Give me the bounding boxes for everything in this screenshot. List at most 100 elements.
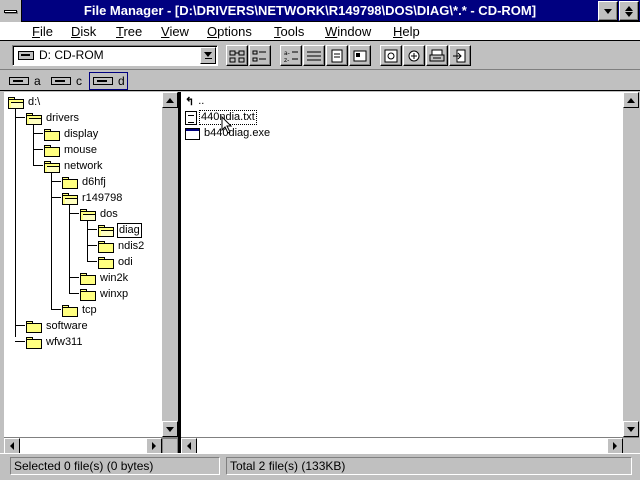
menu-disk[interactable]: Disk <box>69 23 98 40</box>
printer-icon <box>429 49 445 61</box>
tree-item-mouse[interactable]: mouse <box>44 143 98 158</box>
sort-by-type-icon <box>353 50 367 61</box>
open-folder-icon <box>98 224 114 237</box>
open-folder-icon <box>62 192 78 205</box>
tree-item-label: diag <box>117 223 142 238</box>
tree-horizontal-scrollbar[interactable] <box>4 437 178 454</box>
tree-item-diag[interactable]: diag <box>98 223 142 238</box>
menu-tools[interactable]: Tools <box>272 23 306 40</box>
scroll-up-button[interactable] <box>162 92 178 108</box>
open-folder-icon <box>8 96 24 109</box>
folder-icon <box>26 336 42 349</box>
parent-directory-item[interactable]: ↰ .. <box>185 94 205 109</box>
scroll-left-button[interactable] <box>181 438 197 454</box>
tree-item-win2k[interactable]: win2k <box>80 271 129 286</box>
tree-item-d6hfj[interactable]: d6hfj <box>62 175 107 190</box>
menu-help[interactable]: Help <box>391 23 422 40</box>
scroll-up-button[interactable] <box>623 92 639 108</box>
tree-item-display[interactable]: display <box>44 127 99 142</box>
tree-item-dos[interactable]: dos <box>80 207 119 222</box>
tree-item-network[interactable]: network <box>44 159 104 174</box>
tree-item-wfw311[interactable]: wfw311 <box>26 335 83 350</box>
folder-icon <box>80 272 96 285</box>
folder-icon <box>62 176 78 189</box>
drive-c[interactable]: c <box>50 72 82 90</box>
drive-select-value: D: CD-ROM <box>39 48 104 62</box>
exit-button[interactable] <box>449 45 471 66</box>
tree-item-winxp[interactable]: winxp <box>80 287 129 302</box>
stop-sharing-button[interactable] <box>403 45 425 66</box>
folder-icon <box>44 128 60 141</box>
directory-tree[interactable]: d:\ drivers display mouse network d6hfj … <box>4 92 162 437</box>
file-vertical-scrollbar[interactable] <box>623 92 639 437</box>
name-view-icon: a-z- <box>284 50 298 63</box>
restore-button[interactable] <box>619 1 639 21</box>
tree-item-tcp[interactable]: tcp <box>62 303 98 318</box>
scroll-down-button[interactable] <box>623 421 639 437</box>
menu-tree[interactable]: Tree <box>114 23 144 40</box>
disconnect-network-drive-button[interactable] <box>249 45 271 66</box>
file-list[interactable]: ↰ .. 440ndia.txt b440diag.exe <box>181 92 623 437</box>
menu-window[interactable]: Window <box>323 23 373 40</box>
menu-options[interactable]: Options <box>205 23 254 40</box>
folder-icon <box>98 240 114 253</box>
dropdown-arrow-icon[interactable] <box>200 47 216 64</box>
tree-item-software[interactable]: software <box>26 319 89 334</box>
cd-rom-drive-icon <box>18 51 34 60</box>
text-document-icon <box>185 110 197 125</box>
file-horizontal-scrollbar[interactable] <box>181 437 639 454</box>
tree-item-label: dos <box>100 208 118 220</box>
tree-item-label: software <box>46 320 88 332</box>
tree-item-ndis2[interactable]: ndis2 <box>98 239 145 254</box>
tree-item-label: tcp <box>82 304 97 316</box>
drive-select[interactable]: D: CD-ROM <box>12 45 218 66</box>
svg-text:a-: a- <box>284 50 290 57</box>
sort-by-name-button[interactable] <box>326 45 348 66</box>
tree-item-root[interactable]: d:\ <box>8 95 41 110</box>
toolbar: D: CD-ROM a-z- <box>0 42 640 70</box>
connect-network-drive-button[interactable] <box>226 45 248 66</box>
arrow-down-icon <box>627 426 635 432</box>
folder-icon <box>80 288 96 301</box>
drive-a[interactable]: a <box>8 72 41 90</box>
share-button[interactable] <box>380 45 402 66</box>
folder-icon <box>26 320 42 333</box>
scroll-right-button[interactable] <box>607 438 623 454</box>
tree-item-r149798[interactable]: r149798 <box>62 191 123 206</box>
arrow-up-icon <box>627 97 635 103</box>
arrow-right-icon <box>152 442 156 450</box>
svg-text:z-: z- <box>284 57 289 63</box>
tree-item-label: d:\ <box>28 96 41 108</box>
minimize-icon <box>604 8 612 14</box>
tree-item-label: ndis2 <box>118 240 145 252</box>
details-view-icon <box>307 51 321 60</box>
sort-by-type-button[interactable] <box>349 45 371 66</box>
tree-item-odi[interactable]: odi <box>98 255 134 270</box>
tree-item-label: wfw311 <box>46 336 83 348</box>
details-view-button[interactable] <box>303 45 325 66</box>
tree-item-label: mouse <box>64 144 98 156</box>
menu-view[interactable]: View <box>159 23 191 40</box>
system-menu-icon[interactable] <box>0 0 22 22</box>
name-view-button[interactable]: a-z- <box>280 45 302 66</box>
drive-d[interactable]: d <box>89 72 128 90</box>
scroll-down-button[interactable] <box>162 421 178 437</box>
minimize-button[interactable] <box>598 1 618 21</box>
tree-vertical-scrollbar[interactable] <box>162 92 178 437</box>
print-button[interactable] <box>426 45 448 66</box>
status-total: Total 2 file(s) (133KB) <box>226 457 632 475</box>
tree-item-label: drivers <box>46 112 80 124</box>
stop-sharing-icon <box>408 50 420 61</box>
open-folder-icon <box>26 112 42 125</box>
scroll-right-button[interactable] <box>146 438 162 454</box>
hard-disk-icon <box>50 74 72 88</box>
arrow-down-icon <box>166 426 174 432</box>
tree-item-label: winxp <box>100 288 129 300</box>
menu-file[interactable]: File <box>30 23 55 40</box>
tree-item-drivers[interactable]: drivers <box>26 111 80 126</box>
scroll-left-button[interactable] <box>4 438 20 454</box>
disconnect-network-drive-icon <box>252 50 266 61</box>
folder-icon <box>62 304 78 317</box>
arrow-up-icon <box>166 97 174 103</box>
scroll-corner <box>162 438 178 454</box>
